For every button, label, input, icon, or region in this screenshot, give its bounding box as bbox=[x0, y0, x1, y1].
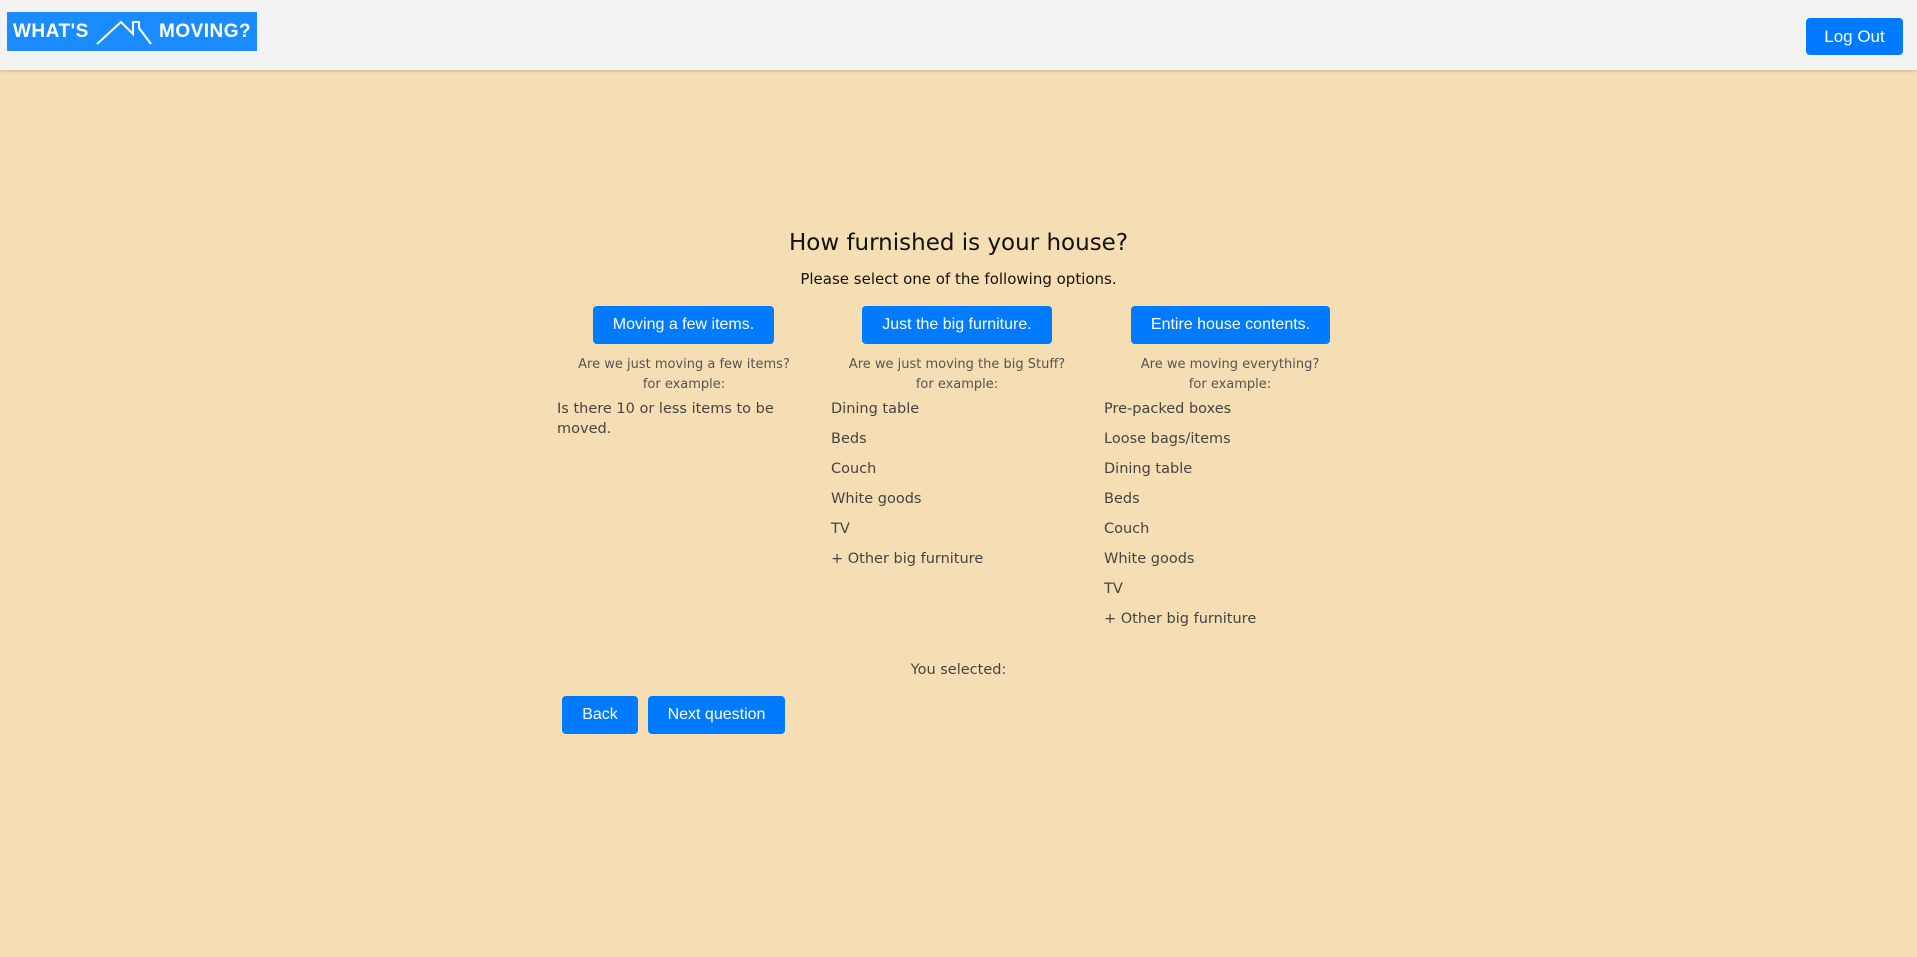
question-text: Are we moving everything? bbox=[1140, 357, 1320, 372]
question-text: Are we just moving the big Stuff? bbox=[848, 357, 1066, 372]
back-button[interactable]: Back bbox=[562, 696, 638, 734]
list-item: TV bbox=[831, 521, 850, 537]
option-few-items-button[interactable]: Moving a few items. bbox=[593, 306, 774, 344]
list-item: Beds bbox=[1104, 491, 1140, 507]
logout-button[interactable]: Log Out bbox=[1806, 18, 1903, 55]
question-text: Are we just moving a few items? bbox=[578, 357, 790, 372]
list-item: Couch bbox=[831, 461, 877, 477]
list-item: Beds bbox=[831, 431, 867, 447]
example-label: for example: bbox=[642, 377, 726, 392]
list-item: White goods bbox=[831, 491, 922, 507]
top-navbar: WHAT'S MOVING? Log Out bbox=[0, 0, 1917, 70]
list-item: White goods bbox=[1104, 551, 1195, 567]
option-big-furniture-question: Are we just moving the big Stuff? for ex… bbox=[827, 355, 1087, 395]
selected-status: You selected: bbox=[910, 662, 1007, 678]
option-entire-house-button[interactable]: Entire house contents. bbox=[1131, 306, 1330, 344]
list-item: + Other big furniture bbox=[1104, 611, 1257, 627]
entire-house-list: Pre-packed boxes Loose bags/items Dining… bbox=[1104, 399, 1256, 639]
list-item: Couch bbox=[1104, 521, 1150, 537]
logo-text-left: WHAT'S bbox=[13, 21, 89, 42]
list-item: Dining table bbox=[1104, 461, 1193, 477]
list-item: + Other big furniture bbox=[831, 551, 984, 567]
list-item: Loose bags/items bbox=[1104, 431, 1231, 447]
list-item: Dining table bbox=[831, 401, 920, 417]
page-subtitle: Please select one of the following optio… bbox=[800, 270, 1117, 288]
example-label: for example: bbox=[915, 377, 999, 392]
option-entire-house-question: Are we moving everything? for example: bbox=[1100, 355, 1360, 395]
option-big-furniture-button[interactable]: Just the big furniture. bbox=[862, 306, 1052, 344]
page-title: How furnished is your house? bbox=[788, 230, 1129, 256]
whats-moving-logo[interactable]: WHAT'S MOVING? bbox=[7, 12, 257, 51]
list-item: TV bbox=[1104, 581, 1123, 597]
big-furniture-list: Dining table Beds Couch White goods TV +… bbox=[831, 399, 983, 579]
next-question-button[interactable]: Next question bbox=[648, 696, 785, 734]
house-roof-icon bbox=[96, 20, 152, 45]
logo-text-right: MOVING? bbox=[159, 21, 252, 42]
option-few-items-question: Are we just moving a few items? for exam… bbox=[554, 355, 814, 395]
list-item: Pre-packed boxes bbox=[1104, 401, 1232, 417]
example-label: for example: bbox=[1188, 377, 1272, 392]
option-few-items-description: Is there 10 or less items to be moved. bbox=[557, 401, 774, 437]
